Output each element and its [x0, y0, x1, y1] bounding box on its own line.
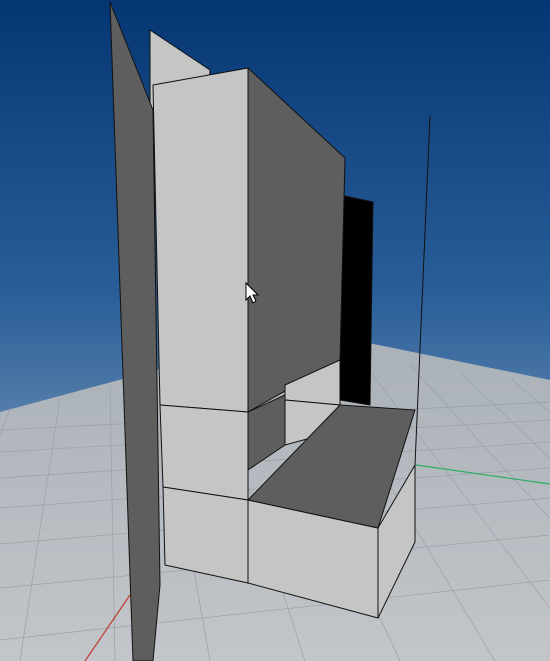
- viewport-canvas[interactable]: [0, 0, 550, 661]
- upper-front-face[interactable]: [152, 67, 249, 413]
- dark-back-panel[interactable]: [339, 194, 374, 406]
- 3d-viewport[interactable]: [0, 0, 550, 661]
- middle-front-face[interactable]: [159, 404, 249, 501]
